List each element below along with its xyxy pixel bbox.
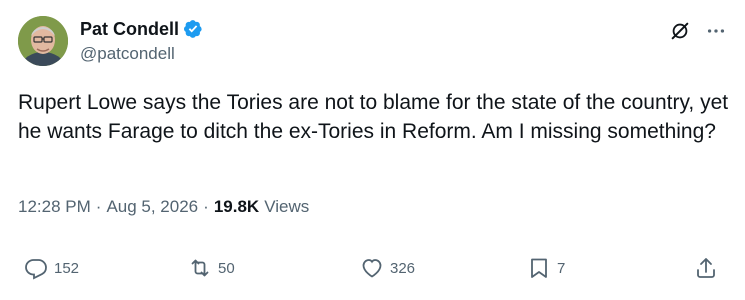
tweet-date[interactable]: Aug 5, 2026 [106,197,198,217]
verified-badge-icon [183,19,203,39]
author-info: Pat Condell @patcondell [80,17,203,64]
repost-button[interactable]: 50 [188,256,235,280]
reply-icon [24,256,48,280]
tweet-card: Pat Condell @patcondell Rupert Lowe says… [0,0,745,300]
reply-count: 152 [54,259,80,277]
share-button[interactable] [694,256,718,280]
bookmark-button[interactable]: 7 [527,256,565,280]
more-icon[interactable] [705,20,727,42]
bookmark-count: 7 [557,259,566,277]
author-display-name[interactable]: Pat Condell [80,19,179,40]
grok-icon[interactable] [669,20,691,42]
meta-separator: · [203,197,209,216]
views-count: 19.8K [213,197,260,216]
tweet-time[interactable]: 12:28 PM [18,197,91,217]
reply-button[interactable]: 152 [24,256,79,280]
heart-icon [360,256,384,280]
share-icon [694,256,718,280]
top-actions [669,20,727,42]
tweet-text: Rupert Lowe says the Tories are not to b… [18,91,729,143]
tweet-meta: 12:28 PM · Aug 5, 2026 · 19.8K Views [18,197,309,217]
repost-icon [188,256,212,280]
bookmark-icon [527,256,551,280]
like-count: 326 [390,259,416,277]
repost-count: 50 [218,259,235,277]
views-label: Views [264,197,310,216]
avatar[interactable] [18,16,68,66]
action-bar: 152 50 326 7 [0,256,745,288]
author-handle[interactable]: @patcondell [80,44,203,64]
meta-separator: · [95,197,102,216]
like-button[interactable]: 326 [360,256,415,280]
